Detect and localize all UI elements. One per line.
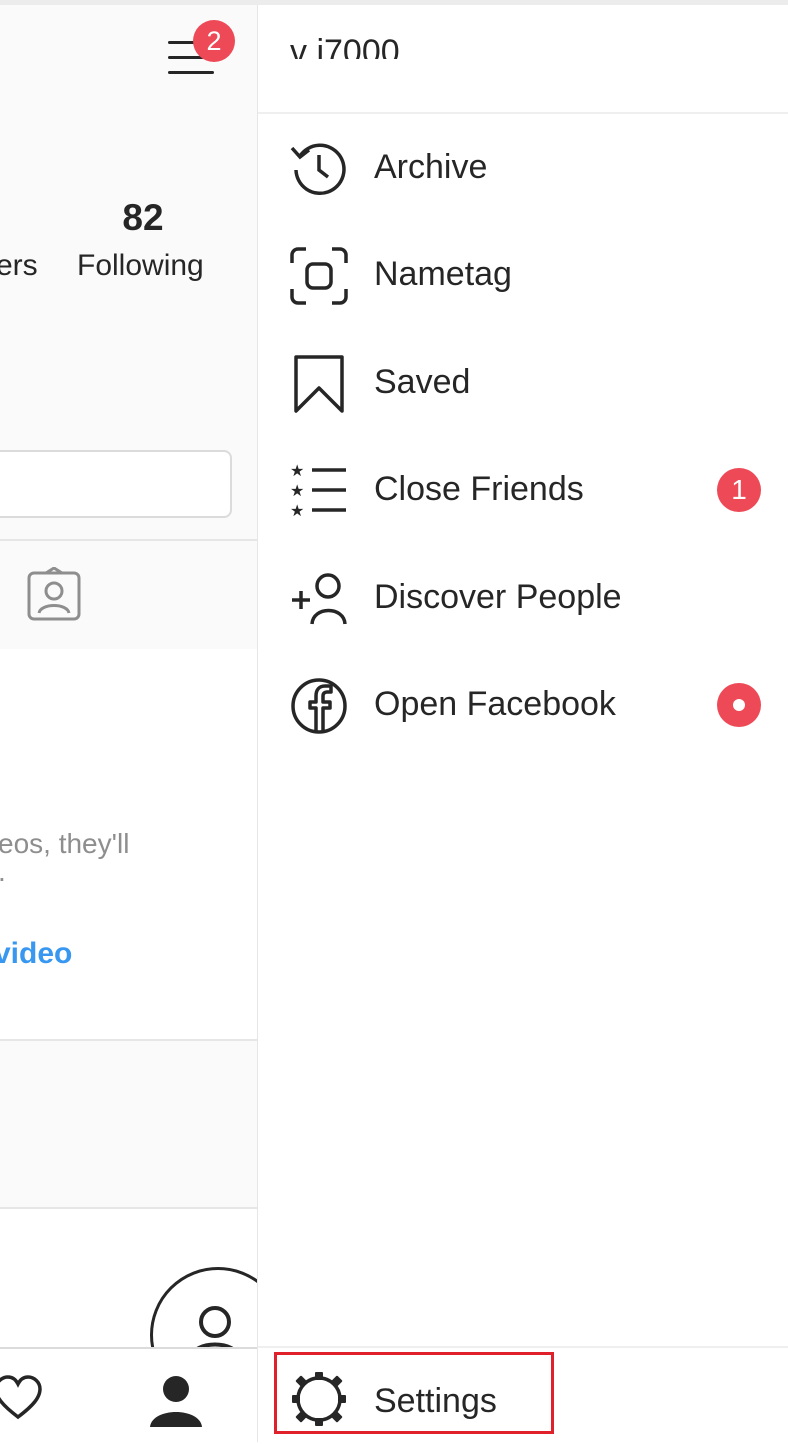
menu-item-label: Archive [374, 148, 488, 186]
side-drawer: v i7000 Archive Nametag Saved ★ ★ ★ Clos… [257, 5, 788, 1442]
menu-item-label: Close Friends [374, 470, 584, 508]
followers-label[interactable]: ers [0, 249, 38, 283]
drawer-header: v i7000 [258, 5, 788, 114]
drawer-username: v i7000 [290, 33, 400, 59]
menu-bar [168, 71, 214, 74]
close-friends-icon: ★ ★ ★ [290, 462, 348, 520]
menu-item-nametag[interactable]: Nametag [258, 225, 788, 325]
facebook-icon [290, 677, 348, 735]
menu-item-saved[interactable]: Saved [258, 333, 788, 433]
svg-text:★: ★ [290, 501, 304, 520]
activity-heart-icon[interactable] [0, 1375, 42, 1421]
profile-tabs [0, 539, 257, 651]
menu-item-label: Discover People [374, 578, 622, 616]
menu-item-label: Open Facebook [374, 685, 616, 723]
tagged-tab-icon[interactable] [26, 567, 82, 623]
profile-page: 2 ers 82 Following eos, they'll . video [0, 5, 257, 1442]
svg-text:★: ★ [290, 481, 304, 500]
bottom-navigation [0, 1347, 257, 1442]
empty-text-line: . [0, 845, 144, 899]
edit-profile-button[interactable] [0, 450, 232, 518]
menu-item-discover-people[interactable]: Discover People [258, 548, 788, 648]
add-person-icon [290, 570, 348, 628]
following-count[interactable]: 82 [70, 197, 216, 239]
settings-gear-icon[interactable] [290, 1370, 348, 1428]
menu-item-close-friends[interactable]: ★ ★ ★ Close Friends 1 [258, 440, 788, 540]
svg-text:★: ★ [290, 462, 304, 480]
following-label[interactable]: Following [77, 249, 204, 283]
profile-tab-icon[interactable] [148, 1373, 204, 1429]
nametag-icon [290, 247, 348, 305]
notification-badge: 2 [193, 20, 235, 62]
share-video-link[interactable]: video [0, 937, 72, 971]
menu-item-label: Nametag [374, 255, 512, 293]
facebook-dot-badge [717, 683, 761, 727]
settings-button[interactable]: Settings [374, 1382, 497, 1421]
settings-row: Settings [258, 1346, 788, 1444]
bookmark-icon [290, 355, 348, 413]
archive-icon [290, 140, 348, 198]
menu-item-open-facebook[interactable]: Open Facebook [258, 655, 788, 755]
menu-item-label: Saved [374, 363, 471, 401]
menu-item-archive[interactable]: Archive [258, 118, 788, 218]
close-friends-badge: 1 [717, 468, 761, 512]
gray-section [0, 1041, 257, 1207]
